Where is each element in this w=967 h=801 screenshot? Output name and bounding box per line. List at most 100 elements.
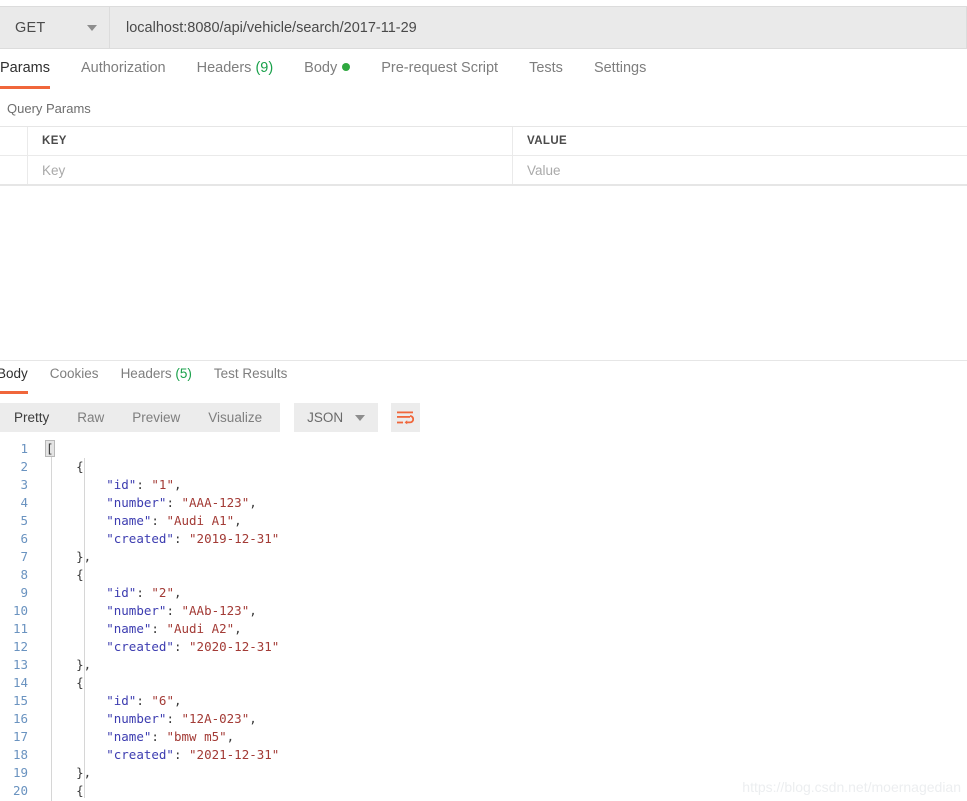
- http-method-selector[interactable]: GET: [0, 6, 110, 49]
- code-line: 8 {: [0, 566, 967, 584]
- tab-count-badge: (5): [171, 366, 192, 381]
- code-text: "name": "Audi A1",: [34, 512, 242, 530]
- line-number: 8: [20, 567, 28, 582]
- token-punct: ,: [226, 729, 235, 744]
- line-number: 17: [12, 729, 28, 744]
- chevron-down-icon: [87, 24, 97, 31]
- token-punct: :: [151, 621, 167, 636]
- code-line: 13 },: [0, 656, 967, 674]
- tab-test-results[interactable]: Test Results: [214, 366, 288, 391]
- tab-label: Pre-request Script: [381, 60, 499, 76]
- token-punct: ,: [249, 603, 257, 618]
- token-str: "2021-12-31": [189, 747, 280, 762]
- tab-count-badge: (9): [251, 60, 274, 76]
- request-tabs: Params Authorization Headers (9) Body Pre-re…: [0, 60, 967, 92]
- token-key: "created": [106, 747, 174, 762]
- token-punct: :: [151, 513, 167, 528]
- body-present-dot-icon: [342, 63, 351, 71]
- tab-cookies[interactable]: Cookies: [50, 366, 99, 391]
- code-line: 12 "created": "2020-12-31": [0, 638, 967, 656]
- tab-params[interactable]: Params: [0, 60, 50, 89]
- token-str: "Audi A2": [166, 621, 235, 636]
- token-str: "6": [151, 693, 174, 708]
- token-str: "12A-023": [181, 711, 250, 726]
- token-punct: ,: [173, 477, 182, 492]
- tab-label: Headers: [120, 366, 172, 381]
- token-str: "2019-12-31": [189, 531, 280, 546]
- tab-label: Authorization: [80, 60, 166, 76]
- line-number: 5: [20, 513, 28, 528]
- line-number: 1: [20, 441, 28, 456]
- body-format-selector[interactable]: JSON: [294, 403, 379, 432]
- token-key: "number": [106, 495, 167, 510]
- token-punct: :: [136, 585, 152, 600]
- token-punct: {: [76, 783, 84, 798]
- token-str: "2020-12-31": [189, 639, 280, 654]
- token-punct: ,: [249, 711, 257, 726]
- query-params-table: KEY VALUE Key Value: [0, 126, 967, 186]
- line-number: 9: [20, 585, 28, 600]
- tab-label: Tests: [529, 60, 563, 76]
- tab-body[interactable]: Body: [0, 366, 28, 394]
- code-text: "name": "Audi A2",: [34, 620, 241, 638]
- code-text: "id": "6",: [34, 692, 181, 710]
- token-punct: :: [166, 495, 182, 510]
- tab-body[interactable]: Body: [304, 60, 351, 86]
- view-mode-visualize[interactable]: Visualize: [194, 403, 276, 432]
- view-mode-raw[interactable]: Raw: [63, 403, 118, 432]
- tab-pre-request-script[interactable]: Pre-request Script: [381, 60, 498, 86]
- token-key: "number": [106, 603, 167, 618]
- tab-headers[interactable]: Headers (9): [197, 60, 274, 86]
- code-text: "created": "2019-12-31": [34, 530, 279, 548]
- line-number: 7: [20, 549, 28, 564]
- code-text: "number": "12A-023",: [34, 710, 257, 728]
- tab-authorization[interactable]: Authorization: [81, 60, 166, 86]
- token-key: "name": [106, 621, 152, 636]
- token-key: "id": [106, 585, 137, 600]
- column-header-key: KEY: [42, 135, 67, 147]
- view-mode-pretty[interactable]: Pretty: [0, 403, 63, 432]
- param-key-input[interactable]: Key: [28, 156, 513, 184]
- word-wrap-button[interactable]: [391, 403, 421, 432]
- chevron-down-icon: [355, 414, 366, 421]
- param-key-placeholder: Key: [42, 162, 66, 178]
- tab-tests[interactable]: Tests: [529, 60, 563, 86]
- tab-settings[interactable]: Settings: [594, 60, 646, 86]
- token-punct: },: [76, 765, 92, 780]
- code-text: },: [34, 656, 91, 674]
- tab-label: Body: [0, 366, 28, 381]
- http-method-label: GET: [15, 19, 46, 36]
- line-number: 12: [12, 639, 28, 654]
- token-punct: {: [76, 567, 84, 582]
- line-number: 10: [12, 603, 28, 618]
- line-number: 6: [20, 531, 28, 546]
- token-str: "1": [151, 477, 174, 492]
- code-text: "created": "2020-12-31": [34, 638, 279, 656]
- row-checkbox-cell[interactable]: [0, 156, 28, 184]
- token-punct: ,: [234, 513, 242, 528]
- url-input[interactable]: localhost:8080/api/vehicle/search/2017-1…: [110, 6, 967, 49]
- select-all-checkbox-cell[interactable]: [0, 127, 28, 155]
- code-text: "id": "2",: [34, 584, 181, 602]
- url-text: localhost:8080/api/vehicle/search/2017-1…: [126, 19, 417, 36]
- column-header-value: VALUE: [527, 135, 568, 147]
- token-str: "AAA-123": [181, 495, 250, 510]
- table-header-row: KEY VALUE: [0, 127, 967, 156]
- body-format-label: JSON: [307, 410, 344, 425]
- code-text: "name": "bmw m5",: [34, 728, 234, 746]
- token-str: "2": [151, 585, 174, 600]
- code-line: 1[: [0, 440, 967, 458]
- watermark-text: https://blog.csdn.net/moernagedian: [742, 779, 961, 795]
- line-number: 3: [20, 477, 28, 492]
- line-number: 11: [12, 621, 28, 636]
- param-value-input[interactable]: Value: [513, 156, 967, 184]
- code-text: [: [34, 440, 55, 458]
- tab-headers[interactable]: Headers (5): [121, 366, 192, 391]
- token-punct: :: [166, 711, 182, 726]
- token-str: "bmw m5": [166, 729, 227, 744]
- view-mode-preview[interactable]: Preview: [118, 403, 194, 432]
- response-body-code[interactable]: 1[2 {3 "id": "1", 4 "number": "AAA-123", 5…: [0, 440, 967, 801]
- code-line: 5 "name": "Audi A1",: [0, 512, 967, 530]
- token-key: "id": [106, 693, 137, 708]
- code-line: 3 "id": "1",: [0, 476, 967, 494]
